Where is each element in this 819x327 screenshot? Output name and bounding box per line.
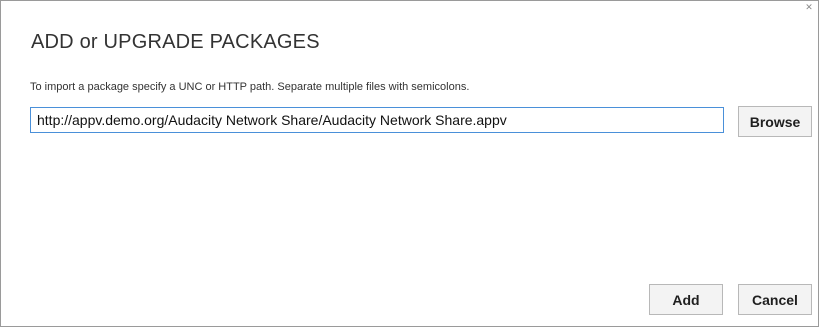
instructions-text: To import a package specify a UNC or HTT… [30, 81, 470, 93]
add-button[interactable]: Add [649, 284, 723, 315]
dialog-title: ADD or UPGRADE PACKAGES [31, 31, 320, 53]
close-icon[interactable]: ✕ [804, 3, 814, 13]
cancel-button[interactable]: Cancel [738, 284, 812, 315]
package-path-input[interactable] [30, 107, 724, 133]
browse-button[interactable]: Browse [738, 106, 812, 137]
add-upgrade-packages-dialog: ✕ ADD or UPGRADE PACKAGES To import a pa… [0, 0, 819, 327]
